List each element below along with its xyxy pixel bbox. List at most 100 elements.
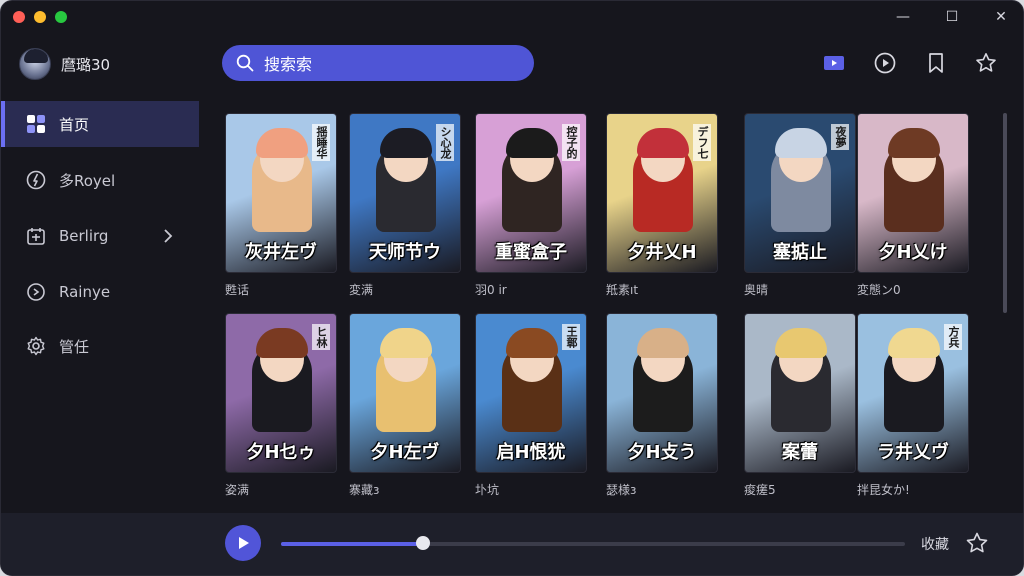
- poster-character-hair: [775, 328, 827, 358]
- poster-card[interactable]: 揺睡华 灰井左ヴ 甦话: [225, 113, 337, 298]
- poster-character-hair: [380, 328, 432, 358]
- favorite-label[interactable]: 收藏: [921, 534, 949, 554]
- close-traffic-light[interactable]: [13, 11, 25, 23]
- progress-track[interactable]: [281, 536, 905, 550]
- poster-image[interactable]: 夕H乂け: [857, 113, 969, 273]
- poster-character-hair: [380, 128, 432, 158]
- poster-image[interactable]: 夕H左ヴ: [349, 313, 461, 473]
- poster-caption[interactable]: 甦话: [225, 281, 337, 298]
- poster-character-hair: [888, 328, 940, 358]
- search-input[interactable]: 搜索索: [264, 51, 312, 75]
- poster-title: 启H恨犹: [496, 442, 566, 463]
- content-grid: 揺睡华 灰井左ヴ 甦话 シ心龙 天师节ウ 変满 控子的 重蜜盒子 羽0 ir デフ七 夕井乂H 羝素ı…: [211, 101, 1011, 511]
- title-bar: — ☐ ✕: [1, 1, 1023, 33]
- sidebar-item-settings[interactable]: 管任: [1, 323, 199, 369]
- zoom-traffic-light[interactable]: [55, 11, 67, 23]
- compass-icon: [25, 169, 47, 191]
- poster-title: 夕H左ヴ: [370, 442, 440, 463]
- search-icon: [236, 54, 254, 72]
- poster-card[interactable]: 方兵ラ井乂ヴ拌昆女か!: [857, 313, 969, 498]
- poster-character-hair: [256, 328, 308, 358]
- poster-image[interactable]: 方兵ラ井乂ヴ: [857, 313, 969, 473]
- poster-card[interactable]: シ心龙 天师节ウ 変满: [349, 113, 461, 298]
- user-profile[interactable]: 麿璐30: [19, 47, 110, 81]
- poster-image[interactable]: 夜夢塞掂止: [744, 113, 856, 273]
- poster-title: 灰井左ヴ: [245, 242, 317, 263]
- sidebar-item-rainye[interactable]: Rainye: [1, 269, 199, 315]
- poster-image[interactable]: 控子的重蜜盒子: [475, 113, 587, 273]
- sidebar-item-label: Berlirg: [59, 227, 109, 245]
- poster-title: 塞掂止: [773, 242, 827, 263]
- sidebar-item-berlirg[interactable]: Berlirg: [1, 213, 199, 259]
- poster-side-text: 夜夢: [831, 124, 849, 150]
- play-button[interactable]: [225, 525, 261, 561]
- poster-image[interactable]: シ心龙 天师节ウ: [349, 113, 461, 273]
- poster-caption[interactable]: 羝素ıt: [606, 281, 718, 298]
- star-icon[interactable]: [965, 531, 989, 555]
- poster-card[interactable]: デフ七夕井乂H 羝素ıt: [606, 113, 718, 298]
- poster-character-hair: [637, 328, 689, 358]
- poster-caption[interactable]: 痠瘥5: [744, 481, 856, 498]
- poster-title: 夕H攴う: [627, 442, 697, 463]
- poster-image[interactable]: 夕H攴う: [606, 313, 718, 473]
- close-button[interactable]: ✕: [990, 7, 1012, 27]
- poster-card[interactable]: 夕H攴う瑟様ɜ: [606, 313, 718, 498]
- app-window: — ☐ ✕ 麿璐30 首页 多Royel Berlirg Rainye 管任 搜…: [0, 0, 1024, 576]
- progress-handle[interactable]: [416, 536, 431, 550]
- poster-character-hair: [506, 128, 558, 158]
- poster-caption[interactable]: 変满: [349, 281, 461, 298]
- poster-card[interactable]: 控子的重蜜盒子羽0 ir: [475, 113, 587, 298]
- poster-side-text: 方兵: [944, 324, 962, 350]
- poster-image[interactable]: 王鄣启H恨犹: [475, 313, 587, 473]
- poster-card[interactable]: 夕H乂け変態ン0: [857, 113, 969, 298]
- progress-fill: [281, 542, 424, 546]
- poster-card[interactable]: 案蕾痠瘥5: [744, 313, 856, 498]
- play-circle-icon[interactable]: [871, 49, 899, 77]
- poster-image[interactable]: 揺睡华 灰井左ヴ: [225, 113, 337, 273]
- maximize-button[interactable]: ☐: [941, 7, 963, 27]
- poster-title: ラ井乂ヴ: [877, 442, 949, 463]
- poster-side-text: 王鄣: [562, 324, 580, 350]
- search-bar[interactable]: 搜索索: [222, 45, 534, 81]
- sidebar-item-home[interactable]: 首页: [1, 101, 199, 147]
- sidebar-item-label: 管任: [59, 337, 90, 356]
- poster-caption[interactable]: 圤坑: [475, 481, 587, 498]
- avatar[interactable]: [19, 48, 51, 80]
- poster-caption[interactable]: 拌昆女か!: [857, 481, 969, 498]
- sidebar: 麿璐30 首页 多Royel Berlirg Rainye 管任: [1, 33, 199, 513]
- poster-caption[interactable]: 寨藏ɜ: [349, 481, 461, 498]
- poster-card[interactable]: 夜夢塞掂止奥晴: [744, 113, 856, 298]
- profile-name: 麿璐30: [61, 55, 111, 74]
- poster-caption[interactable]: 羽0 ir: [475, 281, 587, 298]
- sidebar-item-label: Rainye: [59, 283, 111, 301]
- poster-caption[interactable]: 姿满: [225, 481, 337, 498]
- poster-side-text: 控子的: [562, 124, 580, 161]
- scrollbar[interactable]: [1003, 113, 1007, 313]
- minimize-button[interactable]: —: [892, 7, 914, 27]
- sidebar-item-royel[interactable]: 多Royel: [1, 157, 199, 203]
- poster-side-text: デフ七: [693, 124, 711, 161]
- poster-caption[interactable]: 変態ン0: [857, 281, 969, 298]
- player-bar: 收藏: [1, 513, 1023, 575]
- minimize-traffic-light[interactable]: [34, 11, 46, 23]
- poster-side-text: ヒ林: [312, 324, 330, 350]
- poster-title: 夕H乜ゥ: [246, 442, 316, 463]
- chevron-right-icon: [164, 229, 173, 243]
- sidebar-item-label: 多Royel: [59, 171, 116, 190]
- video-icon[interactable]: [820, 49, 848, 77]
- poster-caption[interactable]: 瑟様ɜ: [606, 481, 718, 498]
- poster-image[interactable]: 案蕾: [744, 313, 856, 473]
- poster-card[interactable]: 王鄣启H恨犹圤坑: [475, 313, 587, 498]
- poster-title: 夕H乂け: [878, 242, 948, 263]
- poster-title: 重蜜盒子: [495, 242, 567, 263]
- poster-character-hair: [888, 128, 940, 158]
- star-icon[interactable]: [972, 49, 1000, 77]
- poster-caption[interactable]: 奥晴: [744, 281, 856, 298]
- poster-card[interactable]: 夕H左ヴ寨藏ɜ: [349, 313, 461, 498]
- poster-card[interactable]: ヒ林夕H乜ゥ姿满: [225, 313, 337, 498]
- bookmark-icon[interactable]: [922, 49, 950, 77]
- poster-title: 夕井乂H: [627, 242, 697, 263]
- poster-image[interactable]: ヒ林夕H乜ゥ: [225, 313, 337, 473]
- poster-character-hair: [637, 128, 689, 158]
- poster-image[interactable]: デフ七夕井乂H: [606, 113, 718, 273]
